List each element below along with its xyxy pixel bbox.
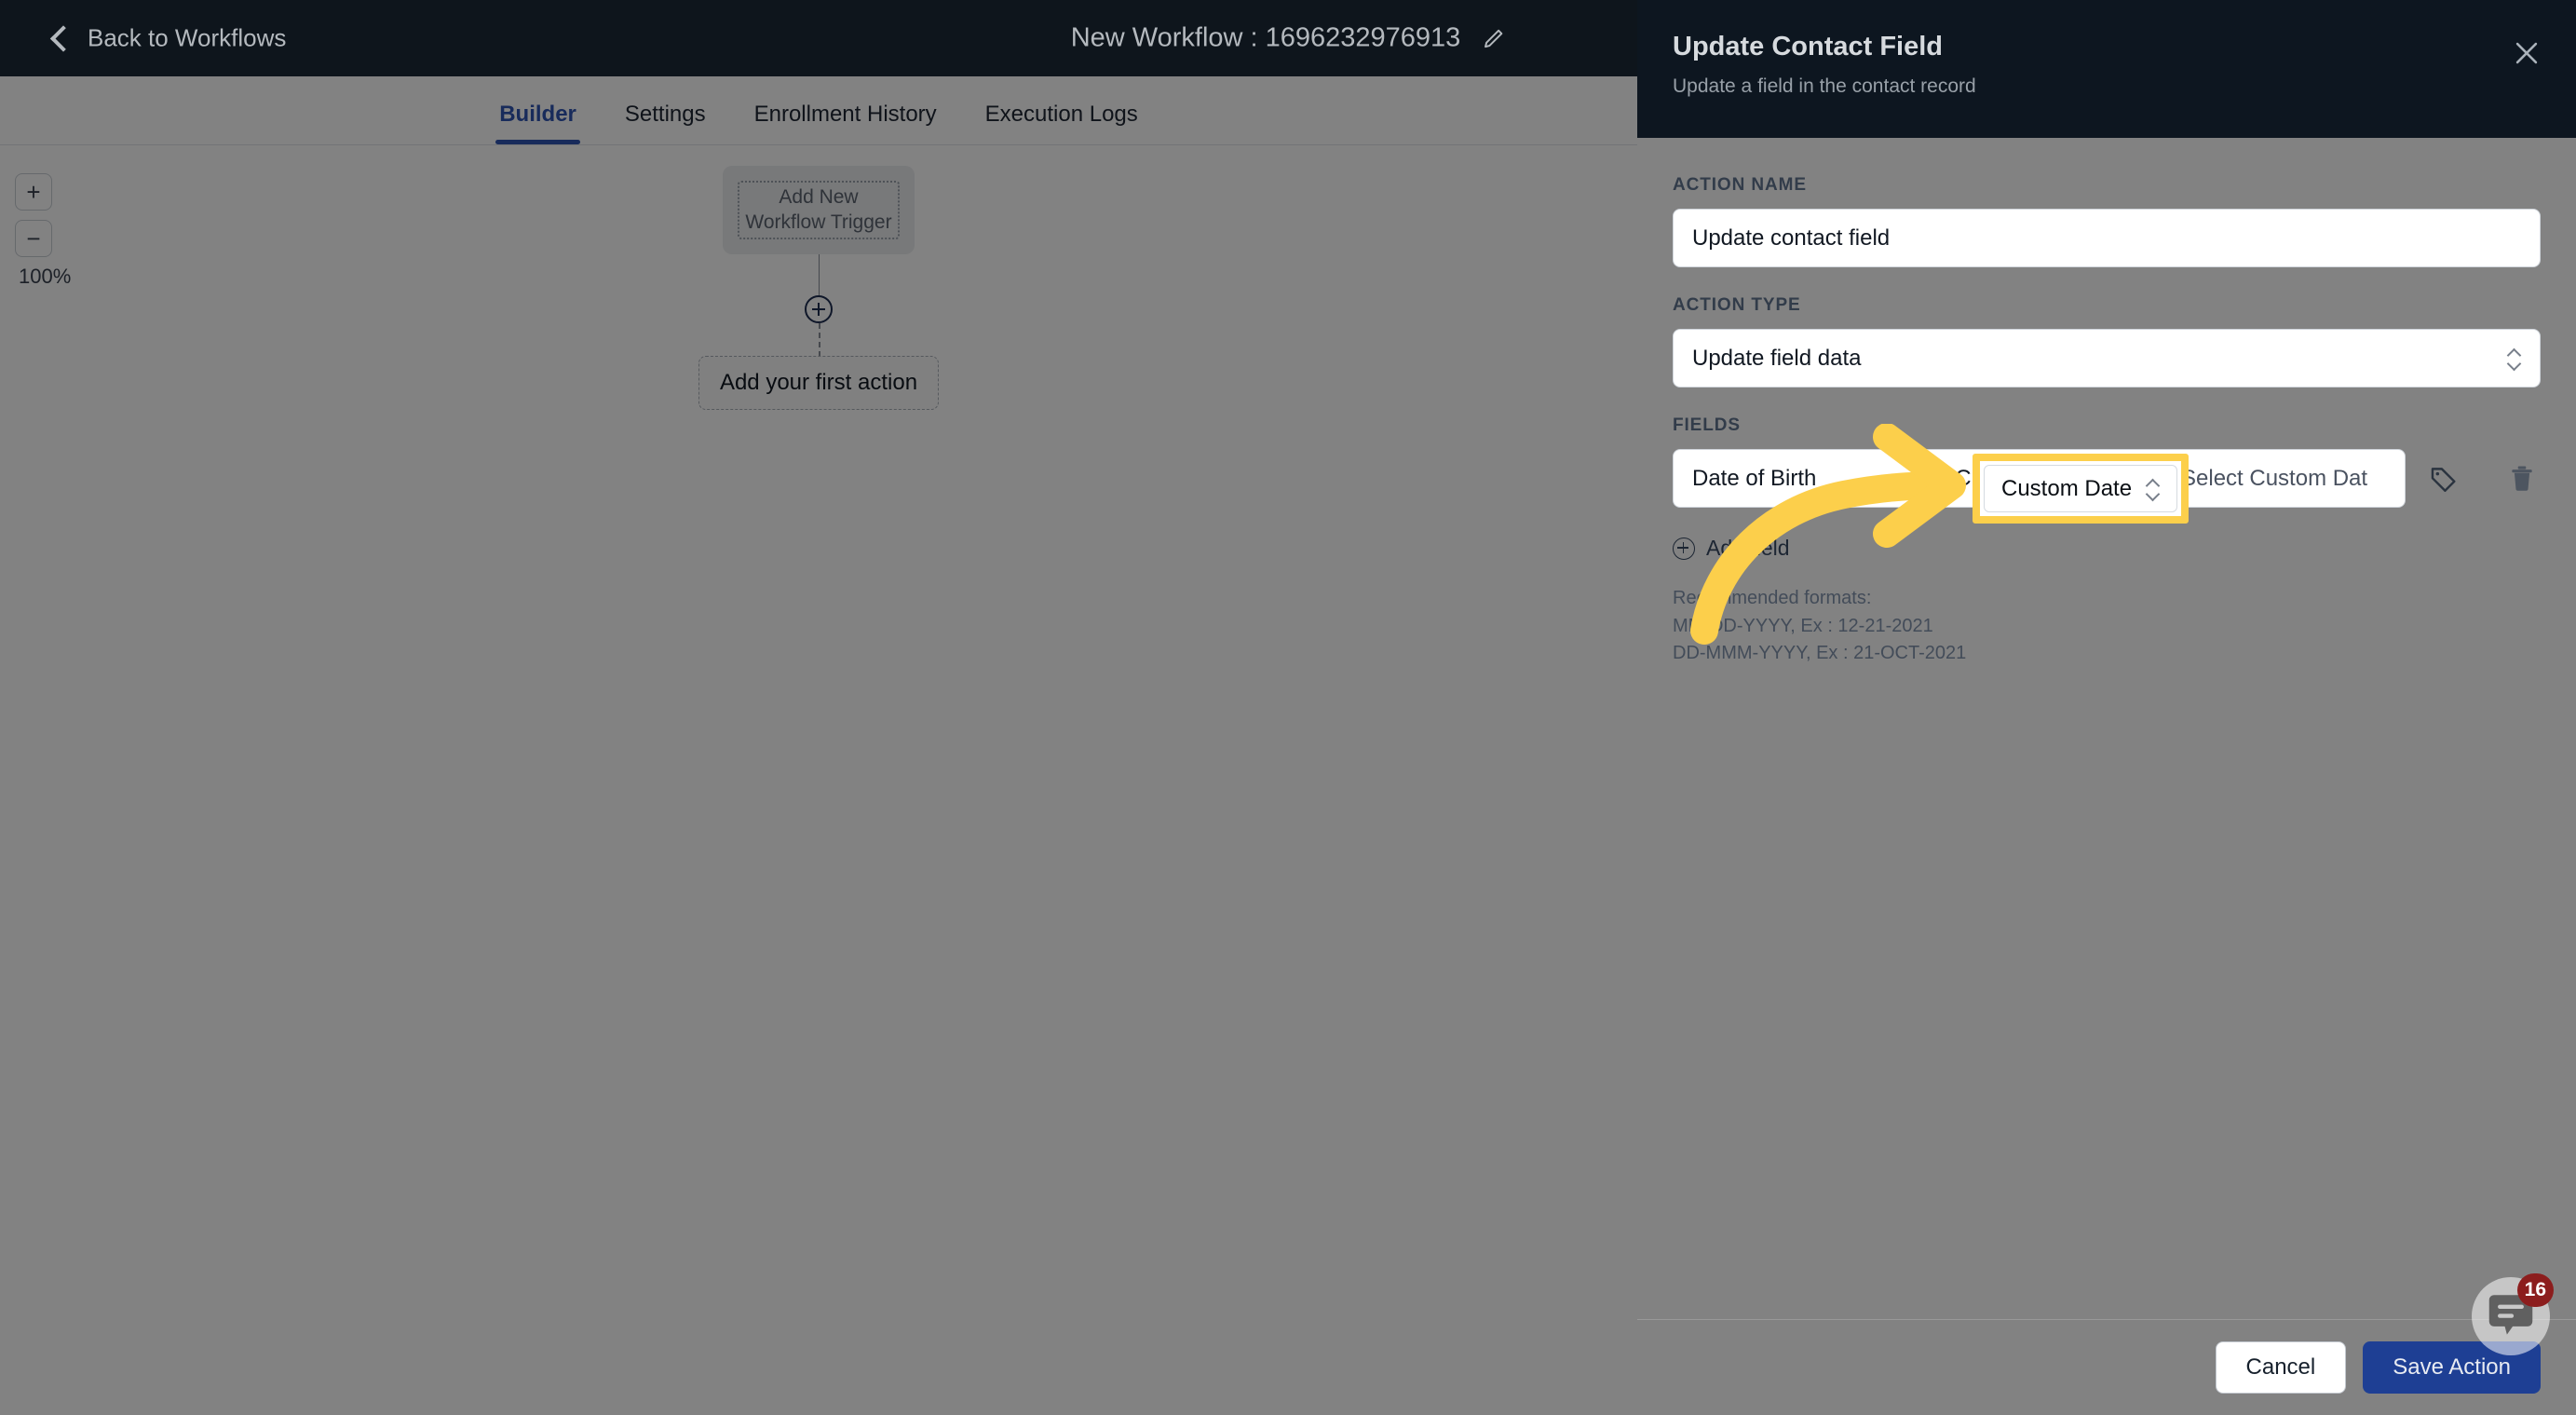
chat-widget-button[interactable]: 16 <box>2472 1273 2554 1355</box>
trash-icon[interactable] <box>2503 460 2541 497</box>
action-name-input[interactable]: Update contact field <box>1673 209 2541 267</box>
close-icon[interactable] <box>2511 37 2542 69</box>
back-to-workflows-label: Back to Workflows <box>88 23 287 52</box>
tab-builder[interactable]: Builder <box>475 102 601 144</box>
cancel-label: Cancel <box>2245 1354 2316 1380</box>
fields-group: FIELDS Date of Birth Custom Date Select … <box>1673 415 2541 668</box>
plus-v <box>817 303 820 316</box>
action-type-value: Update field data <box>1692 345 1862 371</box>
workflow-title-label: New Workflow : 1696232976913 <box>1070 22 1461 53</box>
chevron-updown-icon <box>2509 349 2521 368</box>
chevron-updown-icon <box>2132 469 2144 488</box>
action-type-label: ACTION TYPE <box>1673 295 1801 315</box>
chat-unread-badge: 16 <box>2516 1273 2554 1307</box>
tab-builder-label: Builder <box>499 102 576 127</box>
workflow-tab-bar: Builder Settings Enrollment History Exec… <box>0 76 1637 145</box>
panel-body: ACTION NAME Update contact field ACTION … <box>1637 138 2576 1319</box>
field-value-type-select[interactable]: Custom Date <box>1936 450 2162 507</box>
tag-icon[interactable] <box>2426 460 2463 497</box>
panel-title: Update Contact Field <box>1673 32 1944 61</box>
field-value-type-value: Custom Date <box>1955 465 2086 491</box>
dashed-connector <box>819 323 820 357</box>
add-field-label: Add field <box>1706 536 1790 560</box>
save-action-label: Save Action <box>2393 1354 2511 1380</box>
recommended-formats-line2: DD-MMM-YYYY, Ex : 21-OCT-2021 <box>1673 643 1967 664</box>
chevron-left-icon <box>49 24 77 52</box>
app-root: Builder Settings Enrollment History Exec… <box>0 0 2576 1415</box>
add-workflow-trigger-card[interactable]: Add New Workflow Trigger <box>723 166 915 254</box>
action-name-group: ACTION NAME Update contact field <box>1673 175 2541 267</box>
tab-settings[interactable]: Settings <box>601 102 730 144</box>
add-field-button[interactable]: Add field <box>1673 536 2541 561</box>
tab-enrollment-history[interactable]: Enrollment History <box>730 102 961 144</box>
field-row-combo: Date of Birth Custom Date Select Custom … <box>1673 449 2406 508</box>
add-workflow-trigger-label: Add New Workflow Trigger <box>738 181 900 239</box>
add-first-action-label: Add your first action <box>719 370 918 395</box>
back-to-workflows-button[interactable]: Back to Workflows <box>49 23 287 53</box>
action-type-select[interactable]: Update field data <box>1673 329 2541 388</box>
update-contact-field-panel: Update Contact Field Update a field in t… <box>1637 0 2576 1415</box>
tab-execution-logs-label: Execution Logs <box>984 102 1138 127</box>
pencil-icon[interactable] <box>1481 26 1505 50</box>
fields-label: FIELDS <box>1673 415 1741 435</box>
action-name-value: Update contact field <box>1692 224 1891 251</box>
panel-header: Update Contact Field Update a field in t… <box>1637 0 2576 138</box>
recommended-formats-line1: MM-DD-YYYY, Ex : 12-21-2021 <box>1673 615 1933 636</box>
custom-date-input[interactable]: Select Custom Dat <box>2162 450 2405 507</box>
workflow-flow: Add New Workflow Trigger Add your first … <box>0 145 1637 1415</box>
workflow-title: New Workflow : 1696232976913 <box>1071 23 1506 54</box>
tab-execution-logs[interactable]: Execution Logs <box>961 102 1162 144</box>
plus-circle-icon <box>1673 537 1695 560</box>
recommended-formats: Recommended formats: MM-DD-YYYY, Ex : 12… <box>1673 585 2541 668</box>
tab-enrollment-history-label: Enrollment History <box>753 102 937 127</box>
recommended-formats-heading: Recommended formats: <box>1673 588 1872 608</box>
custom-date-placeholder: Select Custom Dat <box>2181 465 2368 491</box>
cancel-button[interactable]: Cancel <box>2215 1341 2347 1394</box>
panel-subtitle: Update a field in the contact record <box>1673 75 1976 97</box>
field-name-value: Date of Birth <box>1692 465 1817 491</box>
panel-footer: Cancel Save Action <box>1637 1319 2576 1415</box>
add-first-action-button[interactable]: Add your first action <box>698 356 940 410</box>
field-row: Date of Birth Custom Date Select Custom … <box>1673 449 2541 508</box>
field-name-select[interactable]: Date of Birth <box>1674 450 1936 507</box>
action-name-label: ACTION NAME <box>1673 175 1807 195</box>
tab-settings-label: Settings <box>624 102 706 127</box>
action-type-group: ACTION TYPE Update field data <box>1673 295 2541 388</box>
add-step-plus-icon[interactable] <box>805 295 833 323</box>
